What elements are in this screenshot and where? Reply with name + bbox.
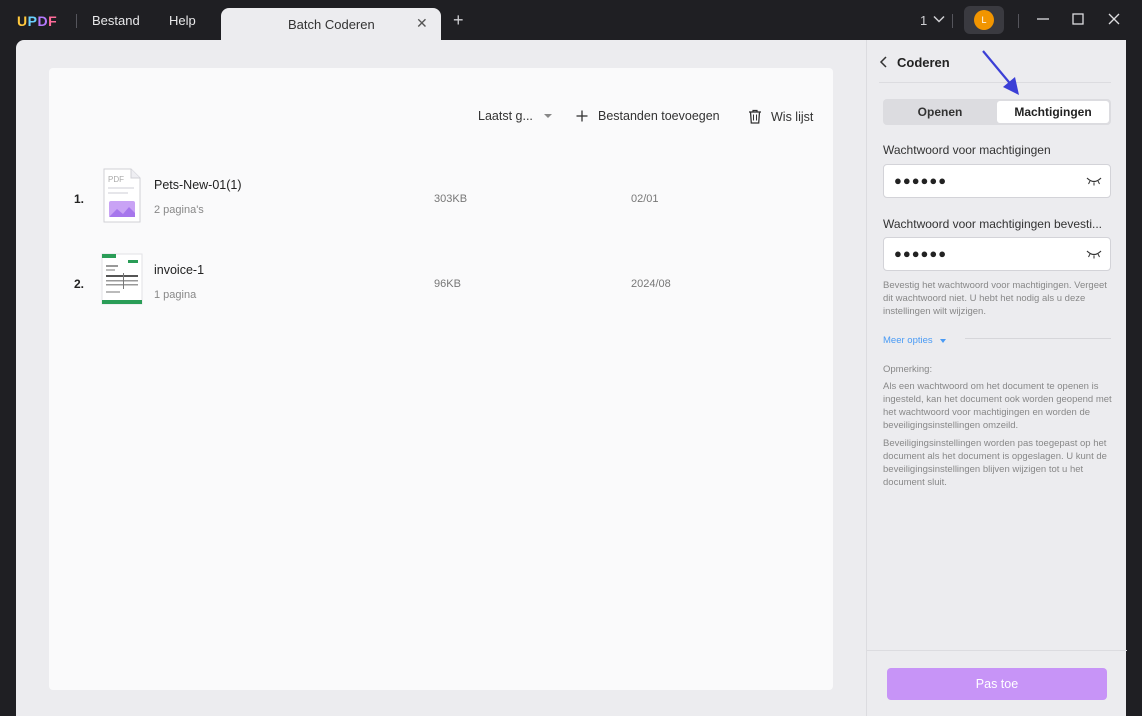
tab-title: Batch Coderen xyxy=(288,17,375,32)
file-size: 96KB xyxy=(434,278,461,290)
menu-help[interactable]: Help xyxy=(169,13,196,28)
footer-divider xyxy=(867,650,1127,651)
annotation-arrow-icon xyxy=(982,50,1019,95)
caret-down-icon xyxy=(939,338,946,343)
close-tab-icon[interactable]: ✕ xyxy=(416,15,428,32)
file-size: 303KB xyxy=(434,193,468,205)
pdf-thumb-label: PDF xyxy=(108,175,124,184)
page-count[interactable]: 1 xyxy=(920,13,927,28)
file-date: 02/01 xyxy=(631,193,659,205)
minimize-icon[interactable] xyxy=(1036,12,1050,26)
file-index: 2. xyxy=(74,277,85,291)
invoice-thumbnail-icon xyxy=(101,253,143,305)
avatar: L xyxy=(974,10,994,30)
plus-icon xyxy=(576,110,588,122)
file-list-card: Laatst g... Bestanden toevoegen Wis lijs… xyxy=(49,68,833,690)
file-date: 2024/08 xyxy=(631,278,671,290)
file-name: invoice-1 xyxy=(154,263,205,277)
back-arrow-icon[interactable] xyxy=(879,56,889,68)
file-name: Pets-New-01(1) xyxy=(154,178,242,192)
new-tab-icon[interactable]: + xyxy=(453,11,464,29)
sort-dropdown[interactable]: Laatst g... xyxy=(478,109,553,123)
eye-closed-icon[interactable] xyxy=(1086,175,1102,187)
remark-text-2: Beveiligingsinstellingen worden pas toeg… xyxy=(883,438,1107,488)
file-row[interactable]: 1. PDF Pets-New-01(1) 2 pagina's 303KB 0… xyxy=(49,163,833,233)
sort-label: Laatst g... xyxy=(478,109,533,123)
add-files-label: Bestanden toevoegen xyxy=(598,109,720,123)
remark-text-1: Als een wachtwoord om het document te op… xyxy=(883,381,1112,431)
permissions-password-input[interactable]: ●●●●●● xyxy=(883,164,1111,198)
maximize-icon[interactable] xyxy=(1071,12,1085,26)
main-area: Laatst g... Bestanden toevoegen Wis lijs… xyxy=(16,40,866,716)
tab-machtigingen[interactable]: Machtigingen xyxy=(997,101,1109,123)
caret-down-icon xyxy=(543,114,552,118)
chevron-down-icon[interactable] xyxy=(933,13,945,25)
panel-title: Coderen xyxy=(897,55,950,70)
file-pages: 1 pagina xyxy=(154,289,197,301)
tab-batch-coderen[interactable]: Batch Coderen ✕ xyxy=(221,8,441,40)
more-options-divider xyxy=(965,338,1111,339)
close-window-icon[interactable] xyxy=(1107,12,1121,26)
more-options-label: Meer opties xyxy=(883,335,933,346)
file-row[interactable]: 2. invoice-1 1 pagina 96KB 2024/08 xyxy=(49,248,833,318)
confirm-password-value: ●●●●●● xyxy=(894,246,948,261)
remark-title: Opmerking: xyxy=(883,364,933,375)
file-index: 1. xyxy=(74,192,85,206)
password-hint: Bevestig het wachtwoord voor machtiginge… xyxy=(883,280,1107,317)
mode-segmented-control: Openen Machtigingen xyxy=(883,99,1111,125)
tab-openen[interactable]: Openen xyxy=(885,101,995,123)
clear-list-button[interactable]: Wis lijst xyxy=(748,109,813,124)
password-label: Wachtwoord voor machtigingen xyxy=(883,143,1051,157)
file-pages: 2 pagina's xyxy=(154,204,204,216)
add-files-button[interactable]: Bestanden toevoegen xyxy=(576,109,720,123)
more-options-toggle[interactable]: Meer opties xyxy=(883,335,947,346)
clear-list-label: Wis lijst xyxy=(771,109,814,124)
title-separator xyxy=(1018,14,1019,28)
app-logo: UPDF xyxy=(17,13,58,29)
title-bar: UPDF Bestand Help Batch Coderen ✕ + 1 L xyxy=(0,0,1142,40)
confirm-password-label: Wachtwoord voor machtigingen bevesti... xyxy=(883,217,1102,231)
trash-icon xyxy=(749,109,761,124)
title-separator xyxy=(952,14,953,28)
encrypt-panel: Coderen Openen Machtigingen Wachtwoord v… xyxy=(866,40,1127,716)
account-button[interactable]: L xyxy=(964,6,1004,34)
apply-button[interactable]: Pas toe xyxy=(887,668,1107,700)
menu-bestand[interactable]: Bestand xyxy=(92,13,140,28)
pdf-file-icon: PDF xyxy=(103,168,141,223)
password-value: ●●●●●● xyxy=(894,173,948,188)
title-separator xyxy=(76,14,77,28)
confirm-password-input[interactable]: ●●●●●● xyxy=(883,237,1111,271)
eye-closed-icon[interactable] xyxy=(1086,248,1102,260)
